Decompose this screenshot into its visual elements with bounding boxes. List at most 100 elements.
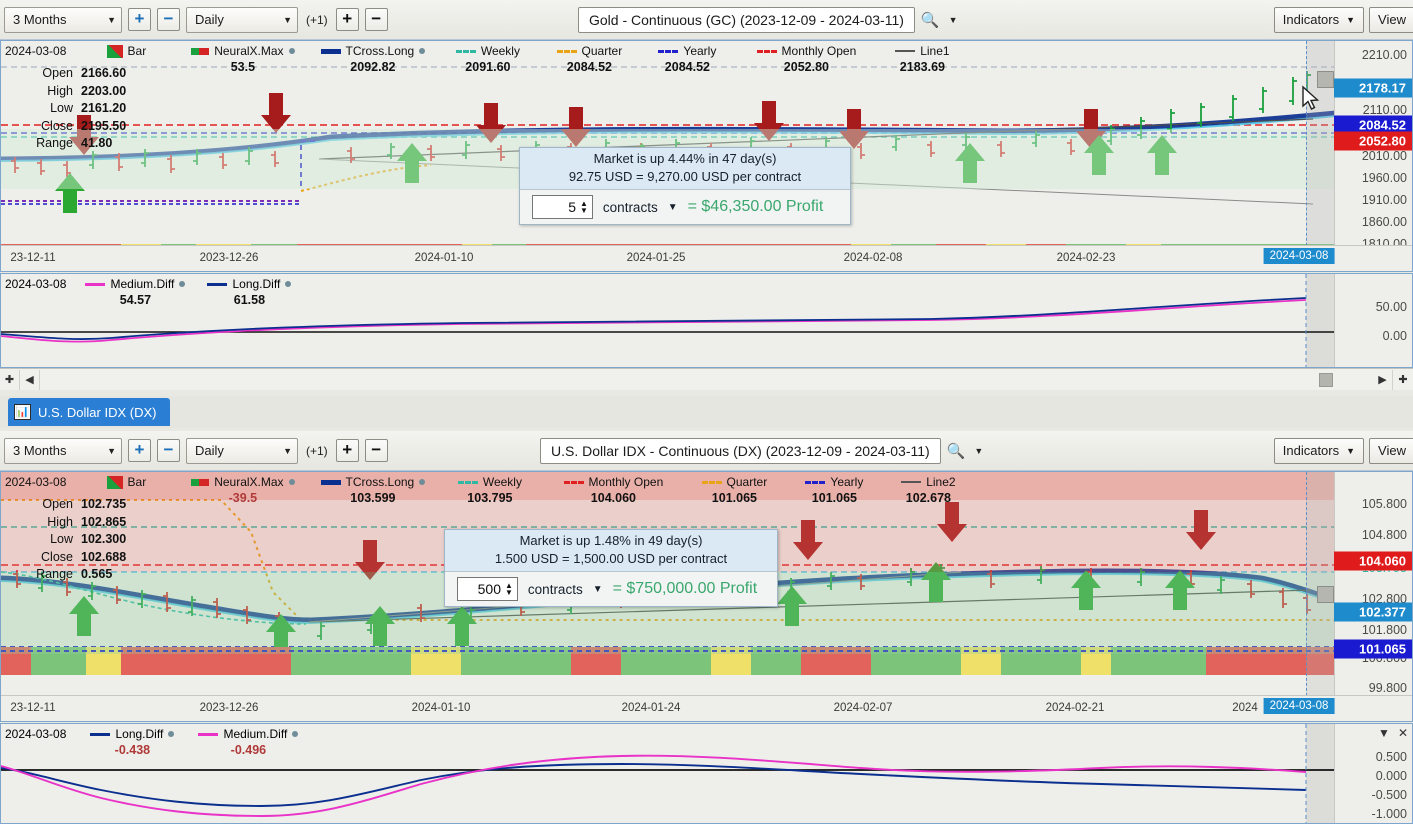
chart1-indicators-label: Indicators	[1282, 12, 1340, 27]
chart2-plot-area[interactable]: 2024-03-08 Bar NeuralX.Max -39.5 TCross.…	[1, 472, 1412, 721]
chart1-oscillator-axis[interactable]: 50.00 0.00	[1334, 274, 1412, 367]
tab-label: U.S. Dollar IDX (DX)	[38, 404, 157, 420]
chart2-current-date-pill: 2024-03-08	[1263, 698, 1335, 714]
chart1-xtick-5: 2024-02-23	[1056, 252, 1116, 264]
chart2-offset-plus-button[interactable]: +	[335, 439, 359, 462]
chart1-scroll-row[interactable]: ✚ ◀ ▶ ✚	[0, 368, 1413, 390]
chart2-symbol-value: U.S. Dollar IDX - Continuous (DX) (2023-…	[551, 442, 930, 459]
chart2-xtick-1: 2023-12-26	[199, 702, 259, 714]
stepper-arrows[interactable]: ▲ ▼	[579, 200, 592, 215]
chart2-osc-label-1: Medium.Diff	[223, 727, 288, 741]
chart1-oscillator-panel[interactable]: 2024-03-08 Medium.Diff 54.57 Long.Diff 6…	[0, 273, 1413, 368]
chart1-plot-area[interactable]: 2024-03-08 Bar NeuralX.Max 53.5 TCross.L…	[1, 41, 1412, 271]
chevron-down-icon[interactable]: ▼	[974, 446, 983, 456]
chart2-indicators-label: Indicators	[1282, 443, 1340, 458]
chart2-range-value: 3 Months	[13, 443, 67, 458]
chart2-price-axis[interactable]: 105.800 104.800 103.795 102.800 101.800 …	[1334, 472, 1412, 695]
chart1-price-axis[interactable]: 2210.00 2160.00 2110.00 2010.00 1960.00 …	[1334, 41, 1412, 251]
search-icon[interactable]: 🔍	[921, 11, 940, 29]
chart1-xtick-2: 2024-01-10	[414, 252, 474, 264]
chart1-current-price-pill: 2178.17	[1334, 78, 1412, 98]
chevron-down-icon: ▼	[283, 14, 292, 25]
chevron-down-icon[interactable]: ▼	[1378, 726, 1390, 740]
settings-dot-icon[interactable]	[292, 731, 299, 737]
chart1-date-axis[interactable]: 23-12-11 2023-12-26 2024-01-10 2024-01-2…	[1, 245, 1412, 271]
chart1-toolbar: 3 Months ▼ + − Daily ▼ (+1) + − Gold - C…	[0, 0, 1413, 40]
chart1-xtick-1: 2023-12-26	[199, 252, 259, 264]
search-icon[interactable]: 🔍	[947, 442, 966, 460]
chart1-indicators-button[interactable]: Indicators ▼	[1273, 6, 1365, 33]
chart2-interval-select[interactable]: Daily ▼	[186, 437, 298, 464]
chart2-contracts-input[interactable]	[458, 580, 504, 598]
chart1-range-value: 3 Months	[13, 12, 67, 27]
settings-dot-icon[interactable]	[285, 281, 292, 287]
chart1-ytick-3: 2010.00	[1361, 149, 1407, 163]
chart1-xtick-3: 2024-01-25	[626, 252, 686, 264]
close-icon[interactable]: ✕	[1398, 726, 1408, 740]
chart2-view-button[interactable]: View	[1369, 437, 1413, 464]
chevron-down-icon[interactable]: ▼	[668, 202, 678, 213]
chart2-osc-ytick-3: -1.000	[1371, 807, 1407, 821]
add-pane-right-icon[interactable]: ✚	[1393, 370, 1413, 390]
medium-diff-swatch-icon	[85, 282, 106, 286]
add-pane-icon[interactable]: ✚	[0, 369, 20, 390]
chart1-contracts-input[interactable]	[533, 198, 579, 216]
chart1-osc-label-0: Medium.Diff	[110, 277, 175, 291]
chevron-down-icon[interactable]: ▼	[949, 15, 958, 25]
chart1-drag-handle[interactable]	[1317, 71, 1334, 88]
chart2-range-select[interactable]: 3 Months ▼	[4, 437, 122, 464]
chart1-scroll-thumb[interactable]	[1319, 372, 1333, 387]
chart2-xtick-4: 2024-02-07	[833, 702, 893, 714]
chart2-ytick-4: 101.800	[1361, 623, 1407, 637]
chart1-view-button[interactable]: View	[1369, 6, 1413, 33]
chart2-range-minus-button[interactable]: −	[157, 439, 180, 462]
scroll-right-icon[interactable]: ▶	[1373, 369, 1393, 390]
chart1-range-select[interactable]: 3 Months ▼	[4, 6, 122, 33]
chart2-contracts-stepper[interactable]: ▲▼	[457, 577, 518, 601]
settings-dot-icon[interactable]	[168, 731, 175, 737]
chart2-view-label: View	[1378, 443, 1406, 458]
chart1-ytick-4: 1960.00	[1361, 171, 1407, 185]
chart1-offset-plus-button[interactable]: +	[335, 8, 359, 31]
scroll-left-icon[interactable]: ◀	[20, 369, 40, 390]
chart2-offset-minus-button[interactable]: −	[364, 439, 388, 462]
chart1-xtick-4: 2024-02-08	[843, 252, 903, 264]
chart1-offset-label: (+1)	[306, 12, 328, 27]
chart1-monthly-open-pill: 2052.80	[1334, 131, 1412, 151]
chart1-range-minus-button[interactable]: −	[157, 8, 180, 31]
chevron-down-icon[interactable]: ▼	[593, 584, 603, 595]
chart1-price-panel[interactable]: 2024-03-08 Bar NeuralX.Max 53.5 TCross.L…	[0, 40, 1413, 272]
chart1-offset-minus-button[interactable]: −	[364, 8, 388, 31]
chart1-contracts-stepper[interactable]: ▲▼	[532, 195, 593, 219]
chart2-price-panel[interactable]: 2024-03-08 Bar NeuralX.Max -39.5 TCross.…	[0, 471, 1413, 722]
chart2-indicators-button[interactable]: Indicators ▼	[1273, 437, 1365, 464]
settings-dot-icon[interactable]	[179, 281, 186, 287]
chart1-profit-card[interactable]: Market is up 4.44% in 47 day(s) 92.75 US…	[519, 147, 851, 225]
chart2-range-plus-button[interactable]: +	[128, 439, 151, 462]
chart2-profit-value: = $750,000.00 Profit	[612, 580, 758, 597]
chart2-ytick-1: 104.800	[1361, 528, 1407, 542]
chart2-offset-label: (+1)	[306, 443, 328, 458]
chart1-osc-value-1: 61.58	[233, 293, 266, 307]
chart2-profit-card[interactable]: Market is up 1.48% in 49 day(s) 1.500 US…	[444, 529, 778, 607]
chevron-down-icon: ▼	[580, 206, 588, 215]
chart1-view-label: View	[1378, 12, 1406, 27]
chart1-scroll-track[interactable]	[40, 370, 1373, 390]
chart1-interval-value: Daily	[195, 12, 224, 27]
chevron-down-icon: ▼	[283, 445, 292, 456]
stepper-arrows[interactable]: ▲ ▼	[504, 582, 517, 597]
chart2-date-axis[interactable]: 23-12-11 2023-12-26 2024-01-10 2024-01-2…	[1, 695, 1412, 721]
chart2-osc-date: 2024-03-08	[5, 727, 67, 741]
chevron-down-icon: ▼	[1346, 14, 1356, 25]
chart1-symbol-input[interactable]: Gold - Continuous (GC) (2023-12-09 - 202…	[578, 6, 915, 33]
chart1-osc-label-1: Long.Diff	[232, 277, 281, 291]
chart2-osc-ytick-0: 0.500	[1375, 750, 1407, 764]
chart1-range-plus-button[interactable]: +	[128, 8, 151, 31]
chart2-drag-handle[interactable]	[1317, 586, 1334, 603]
chart2-symbol-input[interactable]: U.S. Dollar IDX - Continuous (DX) (2023-…	[540, 437, 941, 464]
chart2-oscillator-panel[interactable]: ▼ ✕ 2024-03-08 Long.Diff -0.438 Medium.D…	[0, 723, 1413, 824]
chart2-xtick-6: 2024	[1232, 702, 1258, 714]
chart2-xtick-3: 2024-01-24	[621, 702, 681, 714]
tab-us-dollar-idx[interactable]: 📊 U.S. Dollar IDX (DX)	[8, 398, 171, 426]
chart1-interval-select[interactable]: Daily ▼	[186, 6, 298, 33]
